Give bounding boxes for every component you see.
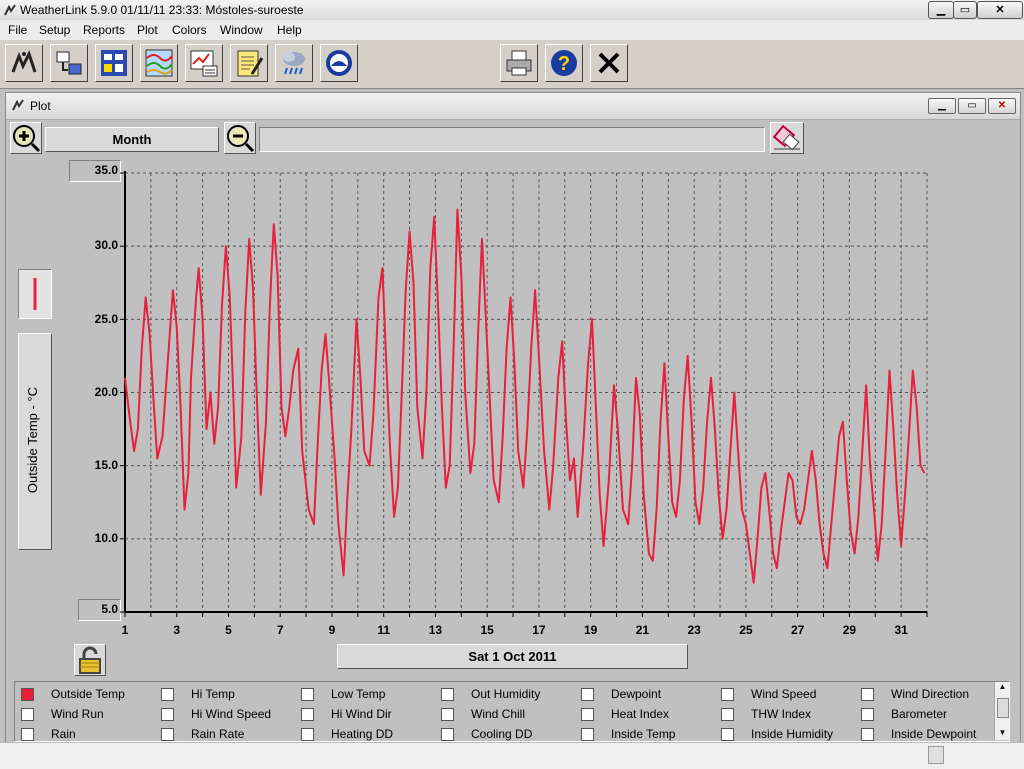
legend-checkbox[interactable]	[301, 688, 314, 701]
legend-scrollbar[interactable]: ▲ ▼	[994, 682, 1010, 740]
legend-checkbox[interactable]	[581, 728, 594, 741]
x-tick-label: 7	[276, 623, 284, 637]
legend-checkbox[interactable]	[301, 728, 314, 741]
legend-label: Rain	[51, 727, 76, 741]
legend-checkbox[interactable]	[721, 728, 734, 741]
legend-label: Barometer	[891, 707, 948, 721]
legend-checkbox[interactable]	[161, 708, 174, 721]
legend-checkbox[interactable]	[861, 708, 874, 721]
date-selector[interactable]: Sat 1 Oct 2011	[337, 644, 688, 669]
legend-checkbox[interactable]	[21, 728, 34, 741]
legend-label: Heat Index	[611, 707, 670, 721]
x-tick-label: 19	[583, 623, 598, 637]
legend-label: Wind Direction	[891, 687, 970, 701]
legend-label: Wind Speed	[751, 687, 817, 701]
legend-checkbox[interactable]	[721, 688, 734, 701]
x-tick-label: 5	[225, 623, 232, 637]
legend-label: Heating DD	[331, 727, 394, 741]
x-tick-label: 17	[532, 623, 546, 637]
x-tick-label: 23	[687, 623, 701, 637]
x-tick-label: 29	[842, 623, 857, 637]
x-tick-label: 3	[173, 623, 181, 637]
horizontal-scrollbar[interactable]	[0, 742, 1024, 769]
legend-checkbox[interactable]	[861, 688, 874, 701]
chart-grid	[125, 172, 928, 612]
scroll-thumb[interactable]	[997, 698, 1009, 718]
legend-checkbox[interactable]	[21, 708, 34, 721]
legend-checkbox[interactable]	[161, 688, 174, 701]
x-tick-label: 27	[790, 623, 805, 637]
legend-label: THW Index	[751, 707, 812, 721]
x-tick-label: 13	[428, 623, 443, 637]
legend-label: Cooling DD	[471, 727, 533, 741]
lock-button[interactable]	[74, 644, 106, 676]
x-tick-label: 11	[377, 623, 391, 637]
legend-label: Wind Chill	[471, 707, 526, 721]
legend-checkbox[interactable]	[441, 708, 454, 721]
legend-checkbox[interactable]	[581, 708, 594, 721]
legend-label: Rain Rate	[191, 727, 245, 741]
lock-icon	[79, 646, 101, 674]
legend-label: Dewpoint	[611, 687, 662, 701]
legend-label: Hi Temp	[191, 687, 235, 701]
legend-label: Inside Dewpoint	[891, 727, 977, 741]
outside-temp-series	[124, 208, 926, 584]
x-tick-label: 21	[635, 623, 650, 637]
legend-label: Wind Run	[51, 707, 104, 721]
x-tick-label: 9	[328, 623, 336, 637]
chart-axes	[120, 171, 928, 617]
legend-checkbox[interactable]	[861, 728, 874, 741]
legend-label: Outside Temp	[51, 687, 125, 701]
legend-label: Hi Wind Dir	[331, 707, 392, 721]
x-tick-label: 25	[739, 623, 753, 637]
x-tick-label: 15	[480, 623, 494, 637]
legend-label: Out Humidity	[471, 687, 541, 701]
legend-label: Hi Wind Speed	[191, 707, 272, 721]
x-tick-label: 31	[894, 623, 908, 637]
legend-label: Inside Temp	[611, 727, 676, 741]
legend-checkbox[interactable]	[441, 688, 454, 701]
legend-checkbox[interactable]	[161, 728, 174, 741]
scroll-up-icon[interactable]: ▲	[995, 682, 1010, 694]
x-tick-label: 1	[121, 623, 129, 637]
series-legend: Outside Temp Hi Temp Low Temp Out Humidity D…	[14, 681, 1010, 742]
legend-checkbox[interactable]	[721, 708, 734, 721]
legend-checkbox[interactable]	[21, 688, 34, 701]
legend-label: Low Temp	[331, 687, 386, 701]
legend-checkbox[interactable]	[581, 688, 594, 701]
legend-checkbox[interactable]	[441, 728, 454, 741]
horizontal-scroll-thumb[interactable]	[928, 746, 944, 764]
legend-checkbox[interactable]	[301, 708, 314, 721]
scroll-down-icon[interactable]: ▼	[995, 728, 1010, 740]
legend-label: Inside Humidity	[751, 727, 834, 741]
